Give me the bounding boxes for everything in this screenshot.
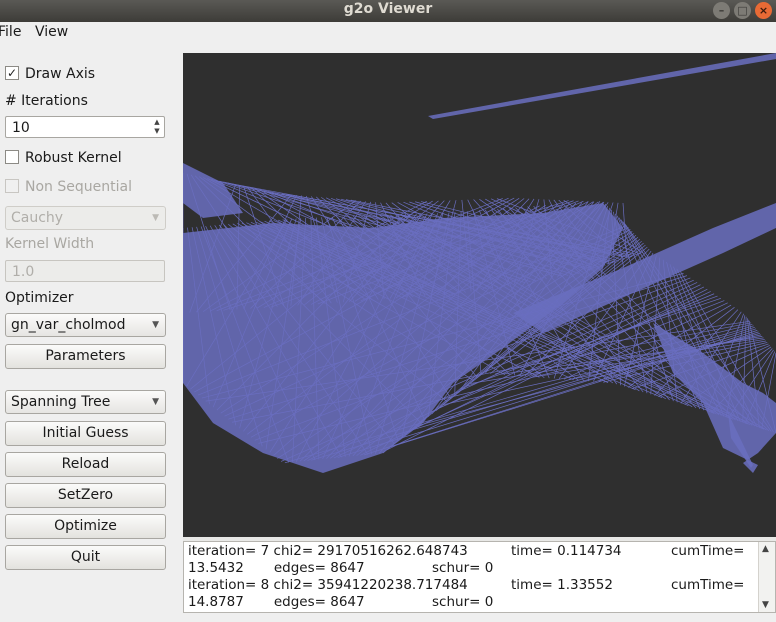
log-line: 13.5432 edges= 8647 (188, 560, 365, 576)
log-output[interactable]: iteration= 7 chi2= 29170516262.648743 ti… (183, 541, 776, 613)
spin-up-icon[interactable]: ▲ (152, 118, 162, 127)
kernel-width-value: 1.0 (12, 264, 35, 280)
reload-button[interactable]: Reload (5, 452, 166, 477)
iterations-spinbox[interactable]: 10 ▲ ▼ (5, 116, 165, 138)
non-sequential-check-box (5, 179, 19, 193)
non-sequential-label: Non Sequential (25, 179, 132, 195)
kernel-type-value: Cauchy (11, 210, 64, 226)
robust-kernel-label: Robust Kernel (25, 150, 122, 166)
robust-kernel-checkbox[interactable]: Robust Kernel (5, 150, 122, 166)
close-button[interactable]: × (755, 2, 772, 19)
control-panel: ✓ Draw Axis # Iterations 10 ▲ ▼ Robust Ke… (0, 53, 176, 622)
iterations-value: 10 (12, 120, 30, 136)
setzero-button[interactable]: SetZero (5, 483, 166, 508)
log-line-cumtime: cumTime= (671, 543, 745, 559)
iterations-label: # Iterations (5, 93, 88, 109)
kernel-type-combo: Cauchy ▼ (5, 206, 166, 230)
log-line: iteration= 8 chi2= 35941220238.717484 (188, 577, 468, 593)
log-line-schur: schur= 0 (432, 560, 494, 576)
menu-view[interactable]: View (35, 24, 68, 40)
kernel-width-label: Kernel Width (5, 236, 95, 252)
log-scrollbar[interactable]: ▲ ▼ (758, 542, 775, 612)
draw-axis-label: Draw Axis (25, 66, 96, 82)
chevron-down-icon: ▼ (152, 213, 159, 223)
graph-viewport[interactable] (183, 53, 776, 537)
log-line: iteration= 7 chi2= 29170516262.648743 (188, 543, 468, 559)
draw-axis-check-mark[interactable]: ✓ (5, 66, 19, 80)
guess-method-value: Spanning Tree (11, 394, 111, 410)
optimizer-value: gn_var_cholmod (11, 317, 126, 333)
log-line-schur: schur= 0 (432, 594, 494, 610)
scroll-down-icon[interactable]: ▼ (762, 600, 769, 610)
quit-button[interactable]: Quit (5, 545, 166, 570)
draw-axis-checkbox[interactable]: ✓ Draw Axis (5, 66, 95, 82)
log-line-cumtime: cumTime= (671, 577, 745, 593)
scroll-up-icon[interactable]: ▲ (762, 544, 769, 554)
robust-kernel-check-box[interactable] (5, 150, 19, 164)
minimize-button[interactable]: – (713, 2, 730, 19)
optimizer-label: Optimizer (5, 290, 74, 306)
optimize-button[interactable]: Optimize (5, 514, 166, 539)
pose-graph-drawing (183, 53, 776, 473)
optimizer-combo[interactable]: gn_var_cholmod ▼ (5, 313, 166, 337)
menu-bar: File View (0, 22, 776, 44)
chevron-down-icon: ▼ (152, 320, 159, 330)
non-sequential-checkbox: Non Sequential (5, 179, 132, 195)
title-bar: g2o Viewer – □ × (0, 0, 776, 22)
log-line-time: time= 0.114734 (511, 543, 622, 559)
chevron-down-icon: ▼ (152, 397, 159, 407)
maximize-button[interactable]: □ (734, 2, 751, 19)
initial-guess-button[interactable]: Initial Guess (5, 421, 166, 446)
log-line-time: time= 1.33552 (511, 577, 613, 593)
kernel-width-field: 1.0 (5, 260, 165, 282)
parameters-button[interactable]: Parameters (5, 344, 166, 369)
spin-down-icon[interactable]: ▼ (152, 127, 162, 136)
guess-method-combo[interactable]: Spanning Tree ▼ (5, 390, 166, 414)
window-title: g2o Viewer (343, 1, 433, 17)
log-line: 14.8787 edges= 8647 (188, 594, 365, 610)
menu-file[interactable]: File (0, 24, 21, 40)
pose-graph-mesh (183, 53, 776, 473)
